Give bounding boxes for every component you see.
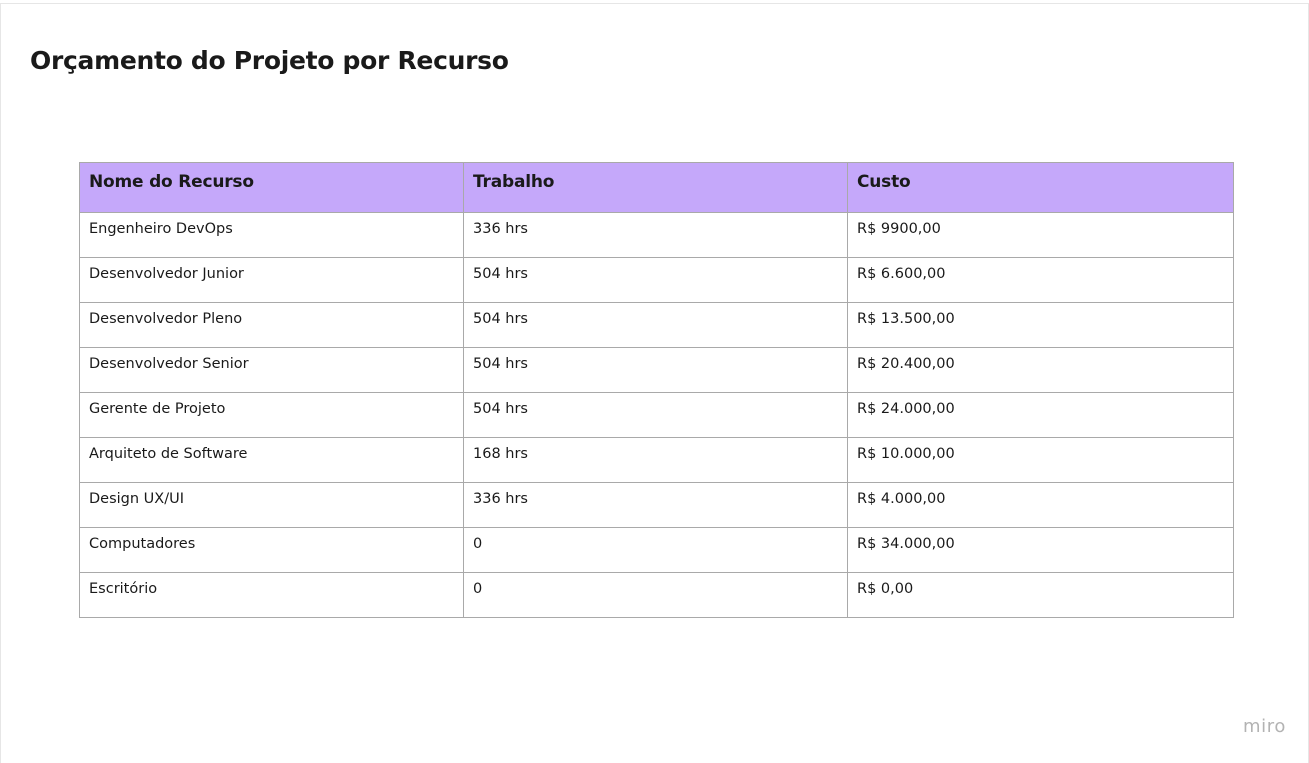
cell-cost: R$ 24.000,00 — [847, 392, 1234, 438]
table-row: Desenvolvedor Pleno 504 hrs R$ 13.500,00 — [79, 302, 1234, 348]
table-row: Gerente de Projeto 504 hrs R$ 24.000,00 — [79, 392, 1234, 438]
table-header-row: Nome do Recurso Trabalho Custo — [79, 162, 1234, 213]
table-row: Computadores 0 R$ 34.000,00 — [79, 527, 1234, 573]
cell-work: 336 hrs — [463, 212, 848, 258]
cell-resource-name: Arquiteto de Software — [79, 437, 464, 483]
cell-resource-name: Computadores — [79, 527, 464, 573]
table-row: Desenvolvedor Junior 504 hrs R$ 6.600,00 — [79, 257, 1234, 303]
column-header-cost: Custo — [847, 162, 1234, 213]
cell-cost: R$ 34.000,00 — [847, 527, 1234, 573]
table-row: Arquiteto de Software 168 hrs R$ 10.000,… — [79, 437, 1234, 483]
miro-logo[interactable]: miro — [1243, 716, 1286, 737]
cell-resource-name: Desenvolvedor Senior — [79, 347, 464, 393]
cell-cost: R$ 9900,00 — [847, 212, 1234, 258]
column-header-work: Trabalho — [463, 162, 848, 213]
cell-cost: R$ 0,00 — [847, 572, 1234, 618]
cell-work: 504 hrs — [463, 302, 848, 348]
cell-work: 0 — [463, 572, 848, 618]
cell-resource-name: Engenheiro DevOps — [79, 212, 464, 258]
cell-cost: R$ 4.000,00 — [847, 482, 1234, 528]
cell-work: 504 hrs — [463, 347, 848, 393]
cell-resource-name: Design UX/UI — [79, 482, 464, 528]
table-row: Escritório 0 R$ 0,00 — [79, 572, 1234, 618]
cell-work: 504 hrs — [463, 257, 848, 303]
cell-work: 336 hrs — [463, 482, 848, 528]
cell-resource-name: Desenvolvedor Junior — [79, 257, 464, 303]
cell-work: 504 hrs — [463, 392, 848, 438]
cell-cost: R$ 20.400,00 — [847, 347, 1234, 393]
cell-resource-name: Escritório — [79, 572, 464, 618]
page-title: Orçamento do Projeto por Recurso — [30, 46, 509, 75]
cell-work: 0 — [463, 527, 848, 573]
cell-work: 168 hrs — [463, 437, 848, 483]
table-row: Design UX/UI 336 hrs R$ 4.000,00 — [79, 482, 1234, 528]
table-row: Desenvolvedor Senior 504 hrs R$ 20.400,0… — [79, 347, 1234, 393]
cell-cost: R$ 6.600,00 — [847, 257, 1234, 303]
cell-cost: R$ 13.500,00 — [847, 302, 1234, 348]
column-header-resource-name: Nome do Recurso — [79, 162, 464, 213]
cell-resource-name: Gerente de Projeto — [79, 392, 464, 438]
cell-cost: R$ 10.000,00 — [847, 437, 1234, 483]
table-row: Engenheiro DevOps 336 hrs R$ 9900,00 — [79, 212, 1234, 258]
budget-table: Nome do Recurso Trabalho Custo Engenheir… — [79, 162, 1234, 618]
board-frame: Orçamento do Projeto por Recurso Nome do… — [0, 3, 1309, 763]
cell-resource-name: Desenvolvedor Pleno — [79, 302, 464, 348]
